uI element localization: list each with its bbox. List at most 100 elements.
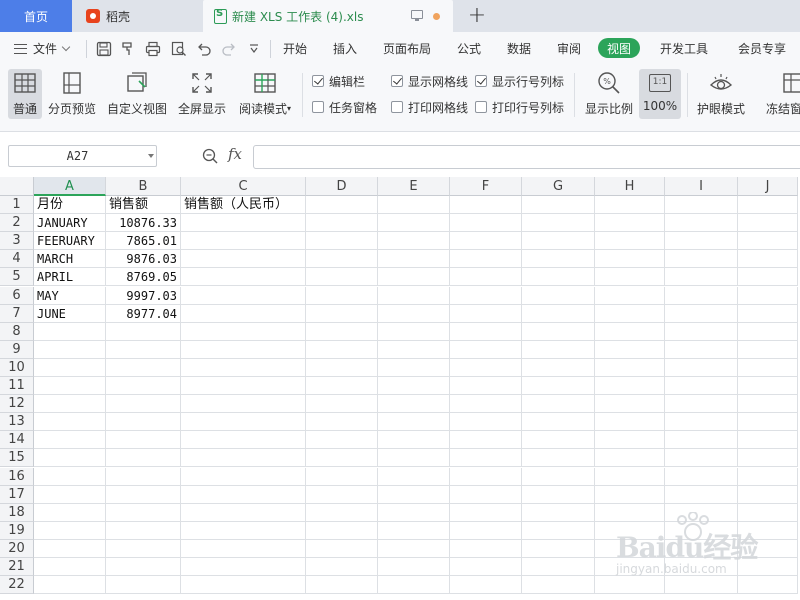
cell-j5[interactable] [738, 268, 798, 287]
cell-e20[interactable] [378, 539, 450, 558]
cell-g2[interactable] [522, 214, 595, 233]
cell-f8[interactable] [450, 322, 522, 341]
cell-j1[interactable] [738, 196, 798, 215]
show-gridlines-checkbox[interactable]: 显示网格线 [391, 73, 468, 89]
monitor-icon[interactable] [411, 10, 423, 21]
cell-b3[interactable]: 7865.01 [106, 232, 181, 251]
cell-c11[interactable] [181, 377, 306, 396]
cell-f18[interactable] [450, 503, 522, 522]
cell-d2[interactable] [306, 214, 378, 233]
cell-d16[interactable] [306, 467, 378, 486]
tab-document[interactable]: 新建 XLS 工作表 (4).xls [203, 0, 453, 32]
tab-data[interactable]: 数据 [507, 32, 531, 65]
cell-c12[interactable] [181, 395, 306, 414]
row-header-21[interactable]: 21 [0, 558, 34, 577]
cell-f5[interactable] [450, 268, 522, 287]
cell-i6[interactable] [665, 286, 738, 305]
cell-b19[interactable] [106, 521, 181, 540]
cell-i5[interactable] [665, 268, 738, 287]
cell-e6[interactable] [378, 286, 450, 305]
cell-j10[interactable] [738, 358, 798, 377]
cell-a20[interactable] [34, 539, 106, 558]
cell-c6[interactable] [181, 286, 306, 305]
cell-d4[interactable] [306, 250, 378, 269]
cell-c8[interactable] [181, 322, 306, 341]
cell-c17[interactable] [181, 485, 306, 504]
cell-c4[interactable] [181, 250, 306, 269]
cell-b13[interactable] [106, 413, 181, 432]
cell-g16[interactable] [522, 467, 595, 486]
cell-c10[interactable] [181, 358, 306, 377]
cell-i11[interactable] [665, 377, 738, 396]
cell-a4[interactable]: MARCH [34, 250, 106, 269]
cell-d3[interactable] [306, 232, 378, 251]
cell-a19[interactable] [34, 521, 106, 540]
cell-e17[interactable] [378, 485, 450, 504]
cell-j14[interactable] [738, 431, 798, 450]
cell-e16[interactable] [378, 467, 450, 486]
cell-d10[interactable] [306, 358, 378, 377]
cell-f17[interactable] [450, 485, 522, 504]
cell-e11[interactable] [378, 377, 450, 396]
cell-a10[interactable] [34, 358, 106, 377]
cell-e10[interactable] [378, 358, 450, 377]
cell-a21[interactable] [34, 558, 106, 577]
cell-h13[interactable] [595, 413, 665, 432]
cell-f13[interactable] [450, 413, 522, 432]
page-break-preview-button[interactable]: 分页预览 [48, 69, 96, 121]
cell-b21[interactable] [106, 558, 181, 577]
cell-i1[interactable] [665, 196, 738, 215]
cell-j17[interactable] [738, 485, 798, 504]
column-header-a[interactable]: A [34, 177, 106, 196]
print-gridlines-checkbox[interactable]: 打印网格线 [391, 99, 468, 115]
cell-e21[interactable] [378, 558, 450, 577]
cell-d21[interactable] [306, 558, 378, 577]
cell-i2[interactable] [665, 214, 738, 233]
cell-h12[interactable] [595, 395, 665, 414]
cell-c7[interactable] [181, 304, 306, 323]
cell-e9[interactable] [378, 340, 450, 359]
cell-g14[interactable] [522, 431, 595, 450]
zoom-ratio-button[interactable]: % 显示比例 [584, 69, 634, 121]
cell-d9[interactable] [306, 340, 378, 359]
cell-j9[interactable] [738, 340, 798, 359]
column-header-j[interactable]: J [738, 177, 798, 196]
cell-d5[interactable] [306, 268, 378, 287]
cell-a2[interactable]: JANUARY [34, 214, 106, 233]
reading-mode-button[interactable]: 阅读模式▾ [236, 69, 294, 121]
cell-g1[interactable] [522, 196, 595, 215]
cell-c19[interactable] [181, 521, 306, 540]
row-header-19[interactable]: 19 [0, 521, 34, 540]
column-header-i[interactable]: I [665, 177, 738, 196]
cell-g11[interactable] [522, 377, 595, 396]
cell-g17[interactable] [522, 485, 595, 504]
cell-e7[interactable] [378, 304, 450, 323]
cell-j8[interactable] [738, 322, 798, 341]
cell-i9[interactable] [665, 340, 738, 359]
cell-i15[interactable] [665, 449, 738, 468]
cell-j4[interactable] [738, 250, 798, 269]
cell-e18[interactable] [378, 503, 450, 522]
cell-e8[interactable] [378, 322, 450, 341]
cell-i14[interactable] [665, 431, 738, 450]
cell-a17[interactable] [34, 485, 106, 504]
cell-c3[interactable] [181, 232, 306, 251]
row-header-12[interactable]: 12 [0, 395, 34, 414]
freeze-panes-button[interactable]: 冻结窗 [764, 69, 800, 121]
select-all-corner[interactable] [0, 177, 34, 196]
save-icon[interactable] [96, 41, 112, 57]
cell-d19[interactable] [306, 521, 378, 540]
new-tab-button[interactable]: + [465, 4, 489, 28]
cell-g19[interactable] [522, 521, 595, 540]
cell-f2[interactable] [450, 214, 522, 233]
cell-a13[interactable] [34, 413, 106, 432]
tab-insert[interactable]: 插入 [333, 32, 357, 65]
cell-g21[interactable] [522, 558, 595, 577]
column-header-c[interactable]: C [181, 177, 306, 196]
cell-c13[interactable] [181, 413, 306, 432]
cell-h5[interactable] [595, 268, 665, 287]
tab-review[interactable]: 审阅 [557, 32, 581, 65]
cell-j11[interactable] [738, 377, 798, 396]
cell-e2[interactable] [378, 214, 450, 233]
cell-j2[interactable] [738, 214, 798, 233]
